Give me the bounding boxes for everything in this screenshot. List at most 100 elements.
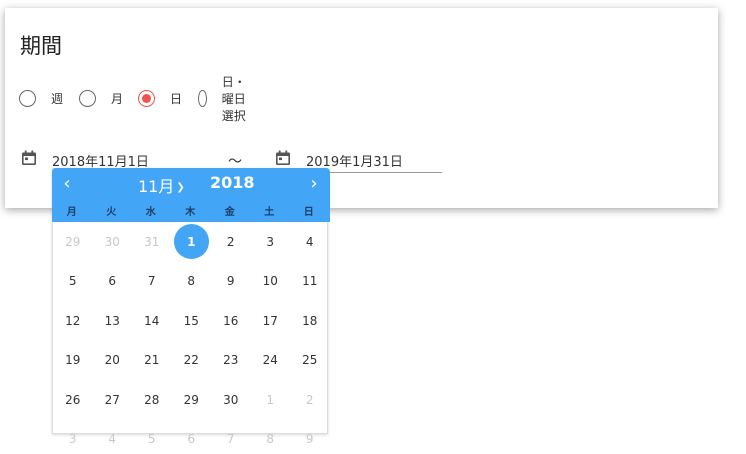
day-cell[interactable]: 10 xyxy=(252,266,288,296)
day-number: 9 xyxy=(305,432,314,446)
day-cell[interactable]: 1 xyxy=(252,385,288,415)
day-number: 29 xyxy=(183,392,199,407)
day-number: 5 xyxy=(147,432,156,446)
day-number: 1 xyxy=(187,235,196,249)
radio-day[interactable]: 日 xyxy=(138,87,182,109)
day-number: 10 xyxy=(262,274,278,289)
radio-week-label: 週 xyxy=(51,91,64,106)
day-cell[interactable]: 28 xyxy=(134,385,170,415)
next-month-button[interactable]: › xyxy=(303,173,325,195)
date-picker-header: ‹ 11月 ❯ 2018 › 月 火 水 木 金 土 日 xyxy=(52,168,330,222)
day-cell[interactable]: 5 xyxy=(55,266,91,296)
day-number: 3 xyxy=(266,235,275,249)
day-number: 9 xyxy=(226,274,235,289)
day-number: 15 xyxy=(183,313,199,328)
calendar-icon[interactable] xyxy=(275,150,291,166)
weekday-label: 月 xyxy=(66,207,77,218)
day-cell[interactable]: 8 xyxy=(252,424,288,454)
day-cell[interactable]: 6 xyxy=(94,266,130,296)
month-label: 11月 xyxy=(138,177,175,196)
day-cell[interactable]: 23 xyxy=(213,345,249,375)
day-cell[interactable]: 25 xyxy=(292,345,328,375)
day-number: 7 xyxy=(147,274,156,289)
weekday-label: 金 xyxy=(224,207,235,218)
day-cell[interactable]: 9 xyxy=(292,424,328,454)
calendar-icon[interactable] xyxy=(21,150,37,166)
weekday-label: 水 xyxy=(145,207,156,218)
day-number: 30 xyxy=(223,392,239,407)
day-number: 4 xyxy=(305,235,314,249)
weekday-label: 木 xyxy=(185,207,196,218)
day-number: 29 xyxy=(65,235,81,249)
chevron-down-icon: ❯ xyxy=(176,182,185,193)
day-cell[interactable]: 5 xyxy=(134,424,170,454)
radio-month-label: 月 xyxy=(111,91,124,106)
day-cell[interactable]: 14 xyxy=(134,306,170,336)
day-cell[interactable]: 15 xyxy=(173,306,209,336)
day-cell[interactable]: 18 xyxy=(292,306,328,336)
radio-month[interactable]: 月 xyxy=(79,87,123,109)
radio-day-weekday[interactable]: 日・曜日選択 xyxy=(198,75,254,123)
day-cell[interactable]: 21 xyxy=(134,345,170,375)
day-cell[interactable]: 3 xyxy=(55,424,91,454)
day-cell[interactable]: 12 xyxy=(55,306,91,336)
day-cell[interactable]: 8 xyxy=(173,266,209,296)
day-cell[interactable]: 13 xyxy=(94,306,130,336)
day-cell[interactable]: 24 xyxy=(252,345,288,375)
day-cell[interactable]: 30 xyxy=(94,227,130,257)
radio-week-circle[interactable] xyxy=(19,89,36,107)
day-cell[interactable]: 3 xyxy=(252,227,288,257)
day-cell[interactable]: 7 xyxy=(134,266,170,296)
day-number: 4 xyxy=(108,432,117,446)
day-cell[interactable]: 27 xyxy=(94,385,130,415)
day-number: 26 xyxy=(65,392,81,407)
date-picker-popup: ‹ 11月 ❯ 2018 › 月 火 水 木 金 土 日 29 30 31 1 2 3 4 5 6… xyxy=(52,168,330,446)
day-cell[interactable]: 20 xyxy=(94,345,130,375)
day-cell[interactable]: 11 xyxy=(292,266,328,296)
weekday-row: 月 火 水 木 金 土 日 xyxy=(52,203,330,219)
day-cell[interactable]: 1 xyxy=(173,224,210,259)
day-cell[interactable]: 26 xyxy=(55,385,91,415)
day-number: 2 xyxy=(305,392,314,407)
day-number: 24 xyxy=(262,353,278,368)
day-number: 14 xyxy=(144,313,160,328)
day-cell[interactable]: 16 xyxy=(213,306,249,336)
day-cell[interactable]: 2 xyxy=(213,227,249,257)
prev-month-button[interactable]: ‹ xyxy=(56,173,78,195)
day-cell[interactable]: 29 xyxy=(55,227,91,257)
day-number: 23 xyxy=(223,353,239,368)
radio-week[interactable]: 週 xyxy=(19,87,63,109)
weekday-label: 日 xyxy=(303,207,314,218)
day-cell[interactable]: 29 xyxy=(173,385,209,415)
day-number: 8 xyxy=(266,432,275,446)
day-cell[interactable]: 4 xyxy=(292,227,328,257)
day-cell[interactable]: 30 xyxy=(213,385,249,415)
day-cell[interactable]: 19 xyxy=(55,345,91,375)
day-cell[interactable]: 17 xyxy=(252,306,288,336)
radio-day-weekday-label: 日・曜日選択 xyxy=(221,74,246,123)
day-number: 12 xyxy=(65,313,81,328)
day-number: 13 xyxy=(104,313,120,328)
radio-day-weekday-circle[interactable] xyxy=(198,89,207,107)
day-cell[interactable]: 22 xyxy=(173,345,209,375)
day-number: 18 xyxy=(302,313,318,328)
day-number: 5 xyxy=(68,274,77,289)
day-cell[interactable]: 4 xyxy=(94,424,130,454)
day-number: 25 xyxy=(302,353,318,368)
day-number: 21 xyxy=(144,353,160,368)
day-number: 8 xyxy=(187,274,196,289)
day-number: 27 xyxy=(104,392,120,407)
month-select[interactable]: 11月 ❯ xyxy=(138,173,185,197)
day-cell[interactable]: 2 xyxy=(292,385,328,415)
day-number: 3 xyxy=(68,432,77,446)
day-number: 28 xyxy=(144,392,160,407)
day-cell[interactable]: 9 xyxy=(213,266,249,296)
radio-month-circle[interactable] xyxy=(79,89,96,107)
year-label[interactable]: 2018 xyxy=(210,173,255,192)
day-cell[interactable]: 7 xyxy=(213,424,249,454)
radio-day-circle[interactable] xyxy=(138,89,155,107)
radio-day-label: 日 xyxy=(170,91,183,106)
day-number: 6 xyxy=(108,274,117,289)
day-cell[interactable]: 31 xyxy=(134,227,170,257)
day-cell[interactable]: 6 xyxy=(173,424,209,454)
